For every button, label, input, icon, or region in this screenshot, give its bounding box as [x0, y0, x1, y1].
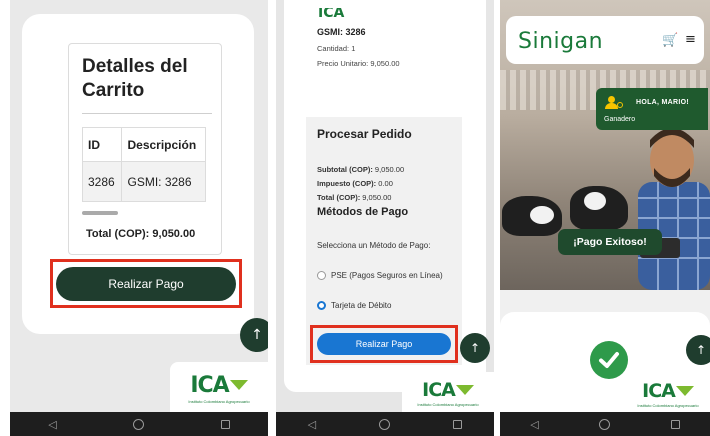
arrow-up-icon: ↑	[251, 327, 263, 343]
arrow-up-icon: ↑	[695, 343, 707, 357]
cow-patch	[530, 206, 554, 224]
android-nav-bar: ◁	[500, 412, 710, 436]
realizar-pago-button[interactable]: Realizar Pago	[56, 267, 236, 301]
farmer-figure	[638, 128, 710, 290]
table-row: 3286 GSMI: 3286	[82, 161, 206, 202]
product-quantity: Cantidad: 1	[317, 44, 356, 53]
cart-details-screen: Detalles del Carrito ID Descripción 3286…	[10, 0, 268, 436]
android-nav-bar: ◁	[10, 412, 268, 436]
title-divider	[82, 113, 212, 114]
product-name: GSMI: 3286	[317, 27, 366, 37]
product-unit-price: Precio Unitario: 9,050.00	[317, 59, 400, 68]
recents-icon[interactable]	[220, 419, 230, 429]
back-icon[interactable]: ◁	[48, 418, 56, 431]
radio-label-debit: Tarjeta de Débito	[331, 301, 392, 310]
check-circle-icon	[590, 341, 628, 379]
recents-icon[interactable]	[670, 419, 680, 429]
ica-logo-partial: ICA	[318, 8, 345, 21]
payment-success-screen: Sinigan 🛒 ≡ HOLA, MARIO! Ganadero ¡Pago …	[500, 0, 710, 436]
user-role: Ganadero	[604, 116, 636, 123]
payment-method-prompt: Selecciona un Método de Pago:	[317, 241, 431, 250]
sinigan-logo[interactable]: Sinigan	[518, 29, 603, 54]
user-settings-icon	[605, 96, 623, 110]
radio-option-debit-card[interactable]: Tarjeta de Débito	[317, 300, 447, 312]
cart-total: Total (COP): 9,050.00	[86, 228, 196, 240]
home-icon[interactable]	[133, 418, 145, 430]
cart-table: ID Descripción 3286 GSMI: 3286	[82, 127, 206, 202]
cart-title: Detalles del Carrito	[82, 56, 188, 101]
recents-icon[interactable]	[453, 419, 463, 429]
cart-icon[interactable]: 🛒	[662, 33, 678, 48]
payment-success-toast: ¡Pago Exitoso!	[558, 229, 662, 255]
table-header-row: ID Descripción	[82, 127, 206, 162]
scroll-top-button[interactable]: ↑	[460, 333, 490, 363]
ica-logo: ICA Instituto Colombiano Agropecuario	[170, 362, 268, 412]
realizar-pago-button[interactable]: Realizar Pago	[317, 333, 451, 355]
subtotal-line: Subtotal (COP): 9,050.00	[317, 165, 405, 174]
radio-unselected-icon[interactable]	[317, 271, 326, 280]
ica-logo: ICA Instituto Colombiano Agropecuario	[402, 372, 494, 412]
scroll-top-button[interactable]: ↑	[686, 335, 710, 365]
process-order-screen: ICA GSMI: 3286 Cantidad: 1 Precio Unitar…	[276, 0, 494, 436]
home-icon[interactable]	[379, 418, 391, 430]
cow-patch	[584, 192, 606, 210]
greeting-text: HOLA, MARIO!	[636, 99, 689, 106]
cell-description: GSMI: 3286	[121, 161, 206, 202]
payment-methods-title: Métodos de Pago	[317, 206, 409, 218]
ica-leaf-icon	[229, 380, 248, 390]
home-icon[interactable]	[599, 418, 611, 430]
column-header-description: Descripción	[121, 127, 206, 162]
android-nav-bar: ◁	[276, 412, 494, 436]
back-icon[interactable]: ◁	[530, 418, 538, 431]
table-scrollbar[interactable]	[82, 211, 118, 215]
scroll-top-button[interactable]: ↑	[240, 318, 268, 352]
radio-option-pse[interactable]: PSE (Pagos Seguros en Línea)	[317, 270, 447, 282]
ica-logo: ICA Instituto Colombiano Agropecuario	[626, 374, 710, 412]
process-order-title: Procesar Pedido	[317, 127, 412, 141]
ica-leaf-icon	[675, 386, 694, 396]
tax-line: Impuesto (COP): 0.00	[317, 179, 393, 188]
total-line: Total (COP): 9,050.00	[317, 193, 392, 202]
user-greeting-card[interactable]: HOLA, MARIO! Ganadero	[596, 88, 708, 130]
ica-leaf-icon	[455, 385, 474, 395]
back-icon[interactable]: ◁	[308, 418, 316, 431]
radio-selected-icon[interactable]	[317, 301, 326, 310]
column-header-id: ID	[82, 127, 123, 162]
menu-icon[interactable]: ≡	[685, 32, 696, 47]
arrow-up-icon: ↑	[469, 341, 481, 355]
cell-id: 3286	[82, 161, 123, 202]
radio-label-pse: PSE (Pagos Seguros en Línea)	[331, 271, 443, 280]
